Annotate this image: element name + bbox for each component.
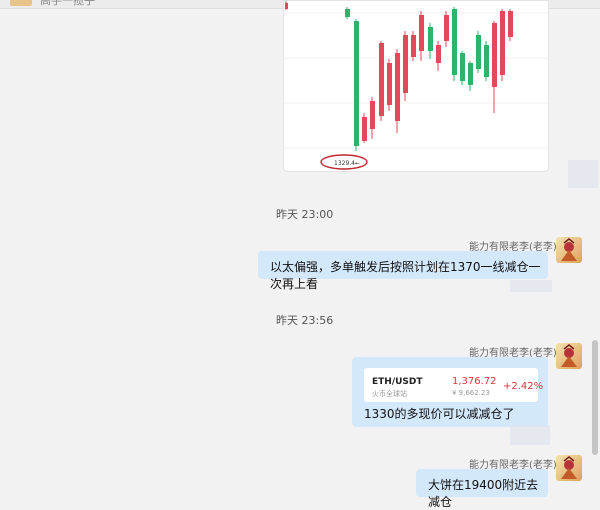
candle-body (436, 45, 441, 63)
message-text: 大饼在19400附近去减仓 (428, 478, 539, 509)
candle-body (500, 11, 505, 75)
candle-body (444, 15, 449, 41)
low-annotation-text: 1329.4 (334, 160, 355, 167)
candle-body (362, 117, 367, 141)
quote-source: 火币全球站 (372, 390, 407, 398)
quote-card[interactable]: ETH/USDT 火币全球站 1,376.72 ¥ 9,662.23 +2.42… (364, 368, 543, 402)
monkey-king-avatar-icon (561, 456, 577, 479)
candle-body (354, 21, 359, 146)
candle-body (508, 11, 513, 37)
candle-body (387, 63, 392, 105)
message-text: 1330的多现价可以减减仓了 (364, 407, 515, 421)
candle-body (428, 27, 433, 51)
header-icon (10, 0, 32, 6)
blurred-area (510, 425, 550, 445)
chart-image-message[interactable]: 1329.4 ← (283, 0, 549, 172)
candle-body (370, 101, 375, 129)
candle-body (379, 43, 384, 116)
candle-body (419, 15, 424, 51)
candle-body (345, 9, 350, 17)
monkey-king-avatar-icon (561, 344, 577, 367)
candlestick-chart: 1329.4 ← (284, 1, 548, 170)
candle-body (484, 45, 489, 77)
message-bubble[interactable]: 以太偏强，多单触发后按照计划在1370一线减仓一次再上看 (258, 251, 548, 291)
candle-body (452, 9, 457, 75)
monkey-king-avatar-icon (561, 238, 577, 261)
quote-price: 1,376.72 (452, 376, 497, 387)
avatar[interactable] (556, 343, 582, 369)
scrollbar[interactable] (592, 340, 598, 455)
avatar[interactable] (556, 455, 582, 481)
candle-body (395, 53, 400, 121)
svg-text:←: ← (355, 160, 360, 167)
blurred-area (568, 160, 598, 188)
candle-body (460, 53, 465, 81)
header-partial-text: 高手一揽子 (40, 0, 95, 7)
message-bubble[interactable]: 大饼在19400附近去减仓 (416, 469, 548, 509)
timestamp: 昨天 23:00 (276, 208, 334, 221)
quote-change: +2.42% (503, 381, 544, 392)
message-text: 以太偏强，多单触发后按照计划在1370一线减仓一次再上看 (270, 260, 541, 291)
avatar[interactable] (556, 237, 582, 263)
candle-body (411, 35, 416, 57)
quote-symbol: ETH/USDT (372, 377, 423, 387)
candle-body (492, 23, 497, 87)
quote-price-cny: ¥ 9,662.23 (452, 389, 490, 397)
candle-body (476, 35, 481, 69)
candle-body (468, 63, 473, 85)
timestamp: 昨天 23:56 (276, 314, 334, 327)
candle-body (403, 35, 408, 93)
blurred-area (510, 280, 552, 292)
